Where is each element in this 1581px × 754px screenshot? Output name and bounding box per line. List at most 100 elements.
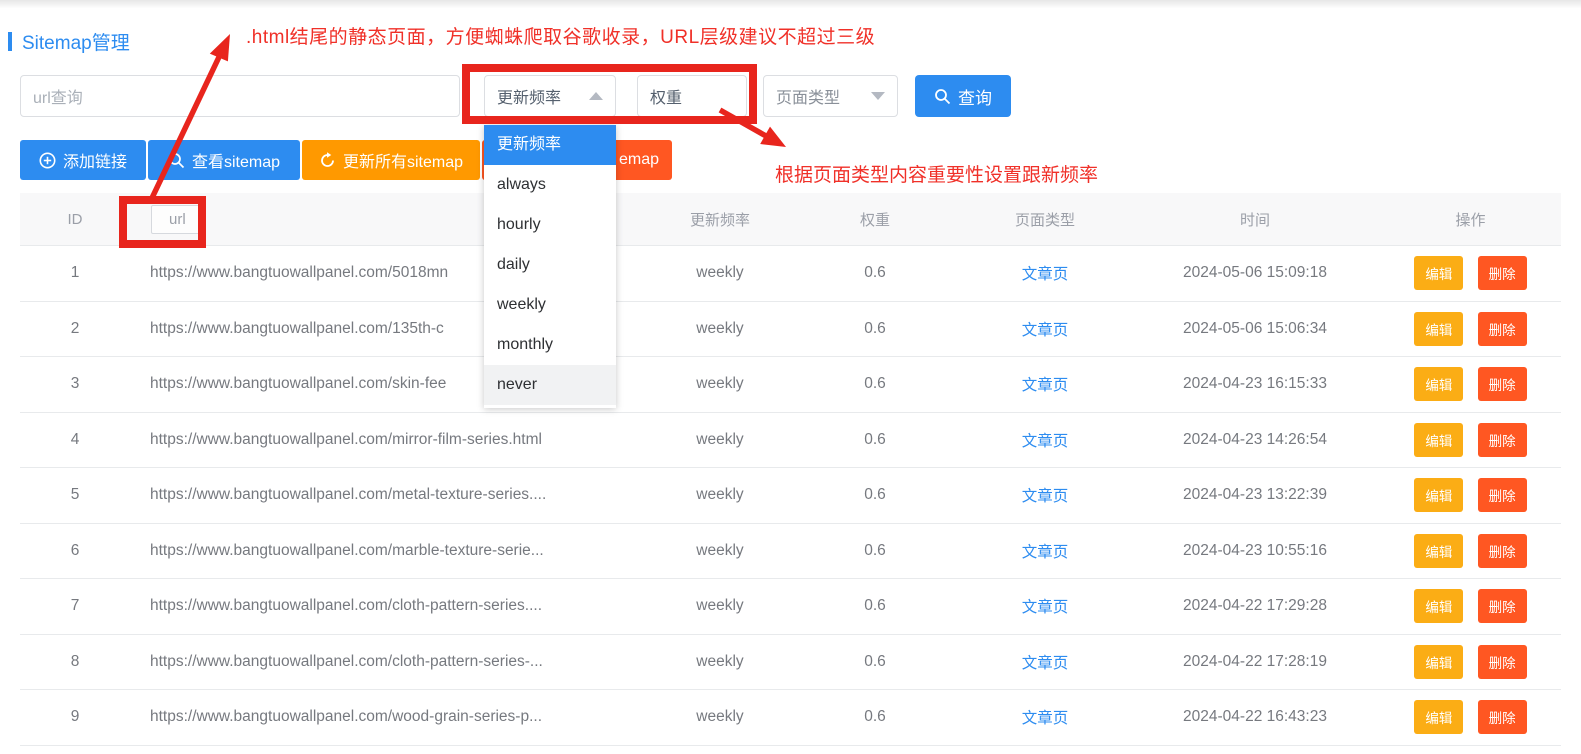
row-actions: 编辑 删除	[1380, 367, 1561, 401]
row-actions: 编辑 删除	[1380, 423, 1561, 457]
row-actions: 编辑 删除	[1380, 700, 1561, 734]
sitemap-table: ID url 更新频率 权重 页面类型 时间 操作 1 https://www.…	[20, 193, 1561, 746]
row-url: https://www.bangtuowallpanel.com/marble-…	[130, 542, 650, 560]
edit-button[interactable]: 编辑	[1414, 256, 1463, 290]
row-frequency: weekly	[650, 375, 790, 393]
row-weight: 0.6	[790, 264, 960, 282]
add-link-button[interactable]: 添加链接	[20, 140, 146, 180]
delete-button[interactable]: 删除	[1478, 478, 1527, 512]
edit-button[interactable]: 编辑	[1414, 312, 1463, 346]
delete-button[interactable]: 删除	[1478, 312, 1527, 346]
page-type-link[interactable]: 文章页	[1022, 710, 1069, 727]
delete-button[interactable]: 删除	[1478, 256, 1527, 290]
header-id: ID	[20, 211, 130, 228]
row-id: 2	[20, 320, 130, 338]
row-page-type: 文章页	[960, 484, 1130, 506]
search-button[interactable]: 查询	[915, 75, 1011, 117]
row-frequency: weekly	[650, 264, 790, 282]
dropdown-item[interactable]: weekly	[484, 285, 616, 325]
row-time: 2024-04-22 17:28:19	[1130, 653, 1380, 671]
search-icon	[934, 88, 951, 105]
search-button-label: 查询	[958, 84, 992, 109]
view-sitemap-label: 查看sitemap	[192, 148, 280, 172]
edit-button[interactable]: 编辑	[1414, 534, 1463, 568]
row-weight: 0.6	[790, 653, 960, 671]
delete-button[interactable]: 删除	[1478, 700, 1527, 734]
delete-button[interactable]: 删除	[1478, 534, 1527, 568]
frequency-select-value: 更新频率	[497, 84, 561, 108]
dropdown-item[interactable]: always	[484, 165, 616, 205]
view-sitemap-button[interactable]: 查看sitemap	[148, 140, 300, 180]
page-type-link[interactable]: 文章页	[1022, 266, 1069, 283]
delete-button[interactable]: 删除	[1478, 367, 1527, 401]
row-url: https://www.bangtuowallpanel.com/cloth-p…	[130, 597, 650, 615]
dropdown-item[interactable]: daily	[484, 245, 616, 285]
row-weight: 0.6	[790, 597, 960, 615]
edit-button[interactable]: 编辑	[1414, 423, 1463, 457]
row-time: 2024-05-06 15:06:34	[1130, 320, 1380, 338]
row-weight: 0.6	[790, 708, 960, 726]
edit-button[interactable]: 编辑	[1414, 478, 1463, 512]
dropdown-item[interactable]: 更新频率	[484, 125, 616, 165]
url-search-input[interactable]: url查询	[20, 75, 460, 117]
row-page-type: 文章页	[960, 262, 1130, 284]
row-time: 2024-04-22 16:43:23	[1130, 708, 1380, 726]
row-actions: 编辑 删除	[1380, 256, 1561, 290]
table-row: 1 https://www.bangtuowallpanel.com/5018m…	[20, 246, 1561, 302]
annotation-static-pages: .html结尾的静态页面，方便蜘蛛爬取谷歌收录，URL层级建议不超过三级	[246, 22, 875, 49]
frequency-select[interactable]: 更新频率	[484, 75, 616, 117]
row-time: 2024-04-23 10:55:16	[1130, 542, 1380, 560]
row-page-type: 文章页	[960, 540, 1130, 562]
update-all-sitemap-button[interactable]: 更新所有sitemap	[302, 140, 480, 180]
row-weight: 0.6	[790, 486, 960, 504]
page-type-link[interactable]: 文章页	[1022, 599, 1069, 616]
dropdown-item[interactable]: hourly	[484, 205, 616, 245]
row-page-type: 文章页	[960, 318, 1130, 340]
top-shadow	[0, 0, 1581, 8]
page-type-select-value: 页面类型	[776, 84, 840, 108]
chevron-down-icon	[871, 92, 885, 100]
delete-button[interactable]: 删除	[1478, 423, 1527, 457]
table-row: 7 https://www.bangtuowallpanel.com/cloth…	[20, 579, 1561, 635]
delete-button[interactable]: 删除	[1478, 589, 1527, 623]
page-type-link[interactable]: 文章页	[1022, 544, 1069, 561]
chevron-up-icon	[589, 92, 603, 100]
header-url-box: url	[151, 205, 204, 234]
row-page-type: 文章页	[960, 706, 1130, 728]
search-icon	[168, 152, 185, 169]
table-row: 9 https://www.bangtuowallpanel.com/wood-…	[20, 690, 1561, 746]
dropdown-item[interactable]: monthly	[484, 325, 616, 365]
dropdown-item[interactable]: never	[484, 365, 616, 405]
edit-button[interactable]: 编辑	[1414, 367, 1463, 401]
row-frequency: weekly	[650, 653, 790, 671]
header-page-type: 页面类型	[960, 209, 1130, 230]
header-weight: 权重	[790, 209, 960, 230]
table-row: 5 https://www.bangtuowallpanel.com/metal…	[20, 468, 1561, 524]
page-type-link[interactable]: 文章页	[1022, 433, 1069, 450]
add-link-label: 添加链接	[63, 148, 127, 172]
row-time: 2024-04-23 14:26:54	[1130, 431, 1380, 449]
row-actions: 编辑 删除	[1380, 534, 1561, 568]
row-page-type: 文章页	[960, 429, 1130, 451]
refresh-icon	[319, 152, 336, 169]
edit-button[interactable]: 编辑	[1414, 645, 1463, 679]
page-title: Sitemap管理	[22, 28, 130, 55]
sitemap-admin-page: Sitemap管理 .html结尾的静态页面，方便蜘蛛爬取谷歌收录，URL层级建…	[0, 0, 1581, 754]
edit-button[interactable]: 编辑	[1414, 589, 1463, 623]
row-frequency: weekly	[650, 320, 790, 338]
weight-select[interactable]: 权重	[637, 75, 747, 117]
page-type-link[interactable]: 文章页	[1022, 377, 1069, 394]
frequency-dropdown: 更新频率alwayshourlydailyweeklymonthlynever	[484, 125, 616, 408]
delete-button[interactable]: 删除	[1478, 645, 1527, 679]
page-type-link[interactable]: 文章页	[1022, 322, 1069, 339]
page-type-link[interactable]: 文章页	[1022, 655, 1069, 672]
edit-button[interactable]: 编辑	[1414, 700, 1463, 734]
page-type-link[interactable]: 文章页	[1022, 488, 1069, 505]
page-title-block: Sitemap管理	[8, 28, 130, 55]
row-actions: 编辑 删除	[1380, 312, 1561, 346]
page-type-select[interactable]: 页面类型	[763, 75, 898, 117]
row-frequency: weekly	[650, 486, 790, 504]
row-time: 2024-04-22 17:29:28	[1130, 597, 1380, 615]
row-weight: 0.6	[790, 542, 960, 560]
table-header-row: ID url 更新频率 权重 页面类型 时间 操作	[20, 193, 1561, 246]
